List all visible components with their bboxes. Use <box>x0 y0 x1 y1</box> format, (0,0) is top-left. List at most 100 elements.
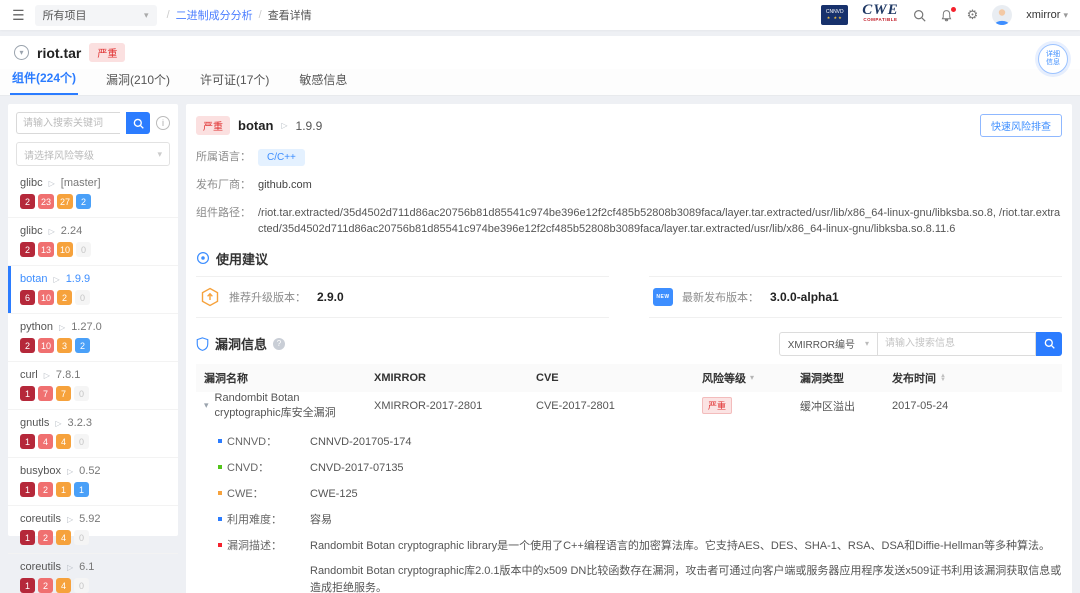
tab-components[interactable]: 组件(224个) <box>10 69 79 95</box>
project-select[interactable]: 所有项目 ▾ <box>34 4 157 26</box>
critical-count-badge: 6 <box>20 290 35 305</box>
recommend-version-value: 2.9.0 <box>317 289 344 304</box>
critical-count-badge: 1 <box>20 482 35 497</box>
medium-count-badge: 4 <box>56 434 71 449</box>
vuln-date: 2017-05-24 <box>892 399 949 412</box>
medium-count-badge: 4 <box>56 530 71 545</box>
breadcrumb-separator: / <box>166 9 170 21</box>
sidebar-search-button[interactable] <box>126 112 150 134</box>
user-avatar[interactable] <box>992 5 1013 25</box>
col-xmirror: XMIRROR <box>374 371 426 384</box>
tab-vulnerabilities[interactable]: 漏洞(210个) <box>104 71 172 95</box>
component-version: 2.24 <box>60 225 83 237</box>
page-header: ▾ riot.tar 严重 <box>0 36 1080 69</box>
col-risk-level[interactable]: 风险等级 ▾ <box>694 370 792 386</box>
help-icon[interactable]: ? <box>273 337 286 350</box>
triangle-separator-icon: ▷ <box>66 466 74 476</box>
low-count-badge: 2 <box>75 338 91 353</box>
breadcrumb-separator: / <box>258 9 262 21</box>
filter-chevron-icon: ▾ <box>750 373 755 382</box>
component-version: 3.2.3 <box>67 417 92 429</box>
detail-info-float-button[interactable]: 详细 信息 <box>1038 44 1068 74</box>
tab-sensitive-info[interactable]: 敏感信息 <box>297 71 349 95</box>
cnvd-label: CNVD： <box>227 461 270 474</box>
sidebar-search-input[interactable] <box>16 112 120 134</box>
medium-count-badge: 1 <box>56 482 71 497</box>
list-item-coreutils-592[interactable]: coreutils ▷ 5.92 1240 <box>8 506 178 554</box>
breadcrumb-link[interactable]: 二进制成分分析 <box>176 7 253 23</box>
page-title: riot.tar <box>37 44 82 61</box>
topbar-right: CNNVD ★ ★★ CWE COMPATIBLE ⚙ xmirror ▾ <box>821 3 1068 25</box>
search-icon[interactable] <box>913 9 926 22</box>
bullet-icon <box>218 516 222 521</box>
component-name: gnutls <box>20 417 50 429</box>
tab-bar: 组件(224个) 漏洞(210个) 许可证(17个) 敏感信息 <box>0 69 1080 96</box>
usage-advice-section-title: 使用建议 <box>196 249 1062 268</box>
component-version: 1.9.9 <box>65 273 91 285</box>
list-item-glibc-master[interactable]: glibc ▷ [master] 2 23 27 2 <box>8 170 178 218</box>
component-version: 6.1 <box>79 561 95 573</box>
low-count-badge: 0 <box>74 530 89 545</box>
list-item-botan[interactable]: botan ▷ 1.9.9 6 10 2 0 <box>8 266 178 314</box>
bullet-icon <box>218 542 222 547</box>
list-item-coreutils-61[interactable]: coreutils ▷ 6.1 1240 <box>8 554 178 593</box>
settings-gear-icon[interactable]: ⚙ <box>967 7 979 23</box>
chevron-down-icon: ▾ <box>1063 9 1068 20</box>
low-count-badge: 0 <box>75 290 91 305</box>
language-tag: C/C++ <box>258 149 305 166</box>
notification-bell-icon[interactable] <box>940 6 956 22</box>
info-icon[interactable]: i <box>156 116 170 130</box>
breadcrumb: / 二进制成分分析 / 查看详情 <box>167 7 312 23</box>
usage-advice-row: 推荐升级版本： 2.9.0 NEW 最新发布版本： 3.0.0-alpha1 <box>196 275 1062 318</box>
component-fields: 所属语言： C/C++ 发布厂商： github.com 组件路径： /riot… <box>196 149 1062 238</box>
component-name: botan <box>20 273 48 285</box>
vuln-search-button[interactable] <box>1036 331 1062 356</box>
list-item-gnutls[interactable]: gnutls ▷ 3.2.3 1440 <box>8 410 178 458</box>
vuln-cve-id: CVE-2017-2801 <box>536 399 615 412</box>
severity-badge: 严重 <box>89 43 126 62</box>
collapse-circle-icon[interactable]: ▾ <box>14 45 29 60</box>
vuln-search-type-select[interactable]: XMIRROR编号 ▾ <box>778 331 878 356</box>
user-menu[interactable]: xmirror ▾ <box>1026 9 1068 21</box>
col-cve: CVE <box>536 371 559 384</box>
project-select-value: 所有项目 <box>42 10 87 22</box>
list-item-glibc-224[interactable]: glibc ▷ 2.24 2 13 10 0 <box>8 218 178 266</box>
vuln-xmirror-id: XMIRROR-2017-2801 <box>374 399 483 412</box>
cwe-compatible-logo: CWE COMPATIBLE <box>862 3 898 25</box>
tab-licenses[interactable]: 许可证(17个) <box>198 71 271 95</box>
cwe-label: CWE： <box>227 487 264 500</box>
high-count-badge: 13 <box>38 242 55 257</box>
usage-advice-title: 使用建议 <box>216 251 269 267</box>
low-count-badge: 0 <box>74 434 89 449</box>
high-count-badge: 2 <box>38 530 53 545</box>
cwe-value: CWE-125 <box>310 487 358 500</box>
col-publish-date[interactable]: 发布时间 ▲ ▼ <box>884 370 1062 386</box>
risk-level-select[interactable]: 请选择风险等级 ▾ <box>16 142 170 166</box>
row-collapse-icon[interactable]: ▾ <box>204 400 209 411</box>
critical-count-badge: 2 <box>20 338 35 353</box>
vuln-search-group: XMIRROR编号 ▾ <box>778 331 1062 356</box>
cwe-logo-subtext: COMPATIBLE <box>863 17 898 22</box>
vuln-search-type-value: XMIRROR编号 <box>787 340 855 351</box>
vuln-expanded-detail: CNNVD： CNNVD-201705-174 CNVD： CNVD-2017-… <box>196 419 1062 593</box>
chevron-down-icon: ▾ <box>157 148 162 159</box>
table-row[interactable]: ▾ Randombit Botan cryptographic库安全漏洞 XMIR… <box>196 392 1062 419</box>
cnnvd-value: CNNVD-201705-174 <box>310 435 412 448</box>
quick-risk-check-button[interactable]: 快速风险排查 <box>980 114 1062 137</box>
high-count-badge: 4 <box>38 434 53 449</box>
vendor-value: github.com <box>258 179 312 191</box>
component-version: 1.27.0 <box>71 321 102 333</box>
username-text: xmirror <box>1026 9 1061 21</box>
vuln-search-input[interactable] <box>878 331 1036 356</box>
menu-toggle-icon[interactable]: ☰ <box>12 7 25 24</box>
description-paragraph-2: Randombit Botan cryptographic库2.0.1版本中的x… <box>310 564 1062 593</box>
triangle-separator-icon: ▷ <box>53 274 60 284</box>
list-item-python[interactable]: python ▷ 1.27.0 2 10 3 2 <box>8 314 178 362</box>
recommend-version-cell: 推荐升级版本： 2.9.0 <box>196 275 609 318</box>
list-item-curl[interactable]: curl ▷ 7.8.1 1770 <box>8 362 178 410</box>
recommend-version-label: 推荐升级版本： <box>229 291 306 304</box>
vuln-table-header: 漏洞名称 XMIRROR CVE 风险等级 ▾ 漏洞类型 发布时间 ▲ ▼ <box>196 363 1062 392</box>
new-icon-text: NEW <box>656 293 670 300</box>
component-name: coreutils <box>20 561 61 573</box>
list-item-busybox[interactable]: busybox ▷ 0.52 1211 <box>8 458 178 506</box>
